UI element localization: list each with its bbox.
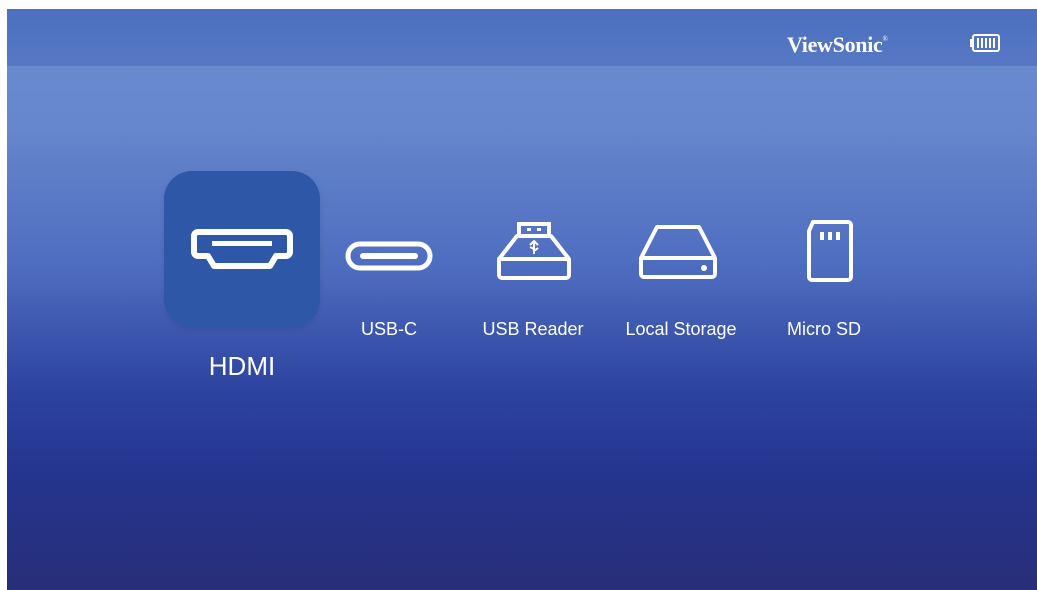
source-label-usb-c: USB-C: [360, 319, 418, 339]
source-label-local-storage: Local Storage: [625, 319, 737, 339]
sd-card-icon: [807, 220, 853, 282]
source-label-hdmi: HDMI: [208, 351, 276, 381]
battery-icon: [970, 34, 1000, 57]
brand-logo: ViewSonic®: [787, 32, 888, 58]
usb-c-port-icon: [345, 241, 433, 271]
hard-drive-icon: [639, 225, 717, 279]
projector-home-screen: ViewSonic® HDMI USB-C USB Reader Local S…: [7, 9, 1037, 590]
brand-registered-mark: ®: [882, 35, 888, 43]
hdmi-port-icon: [191, 229, 293, 269]
top-bar: ViewSonic®: [7, 9, 1037, 66]
source-label-usb-reader: USB Reader: [482, 319, 584, 339]
usb-drive-icon: [497, 222, 571, 280]
source-label-micro-sd: Micro SD: [786, 319, 862, 339]
brand-name: ViewSonic: [787, 32, 883, 57]
